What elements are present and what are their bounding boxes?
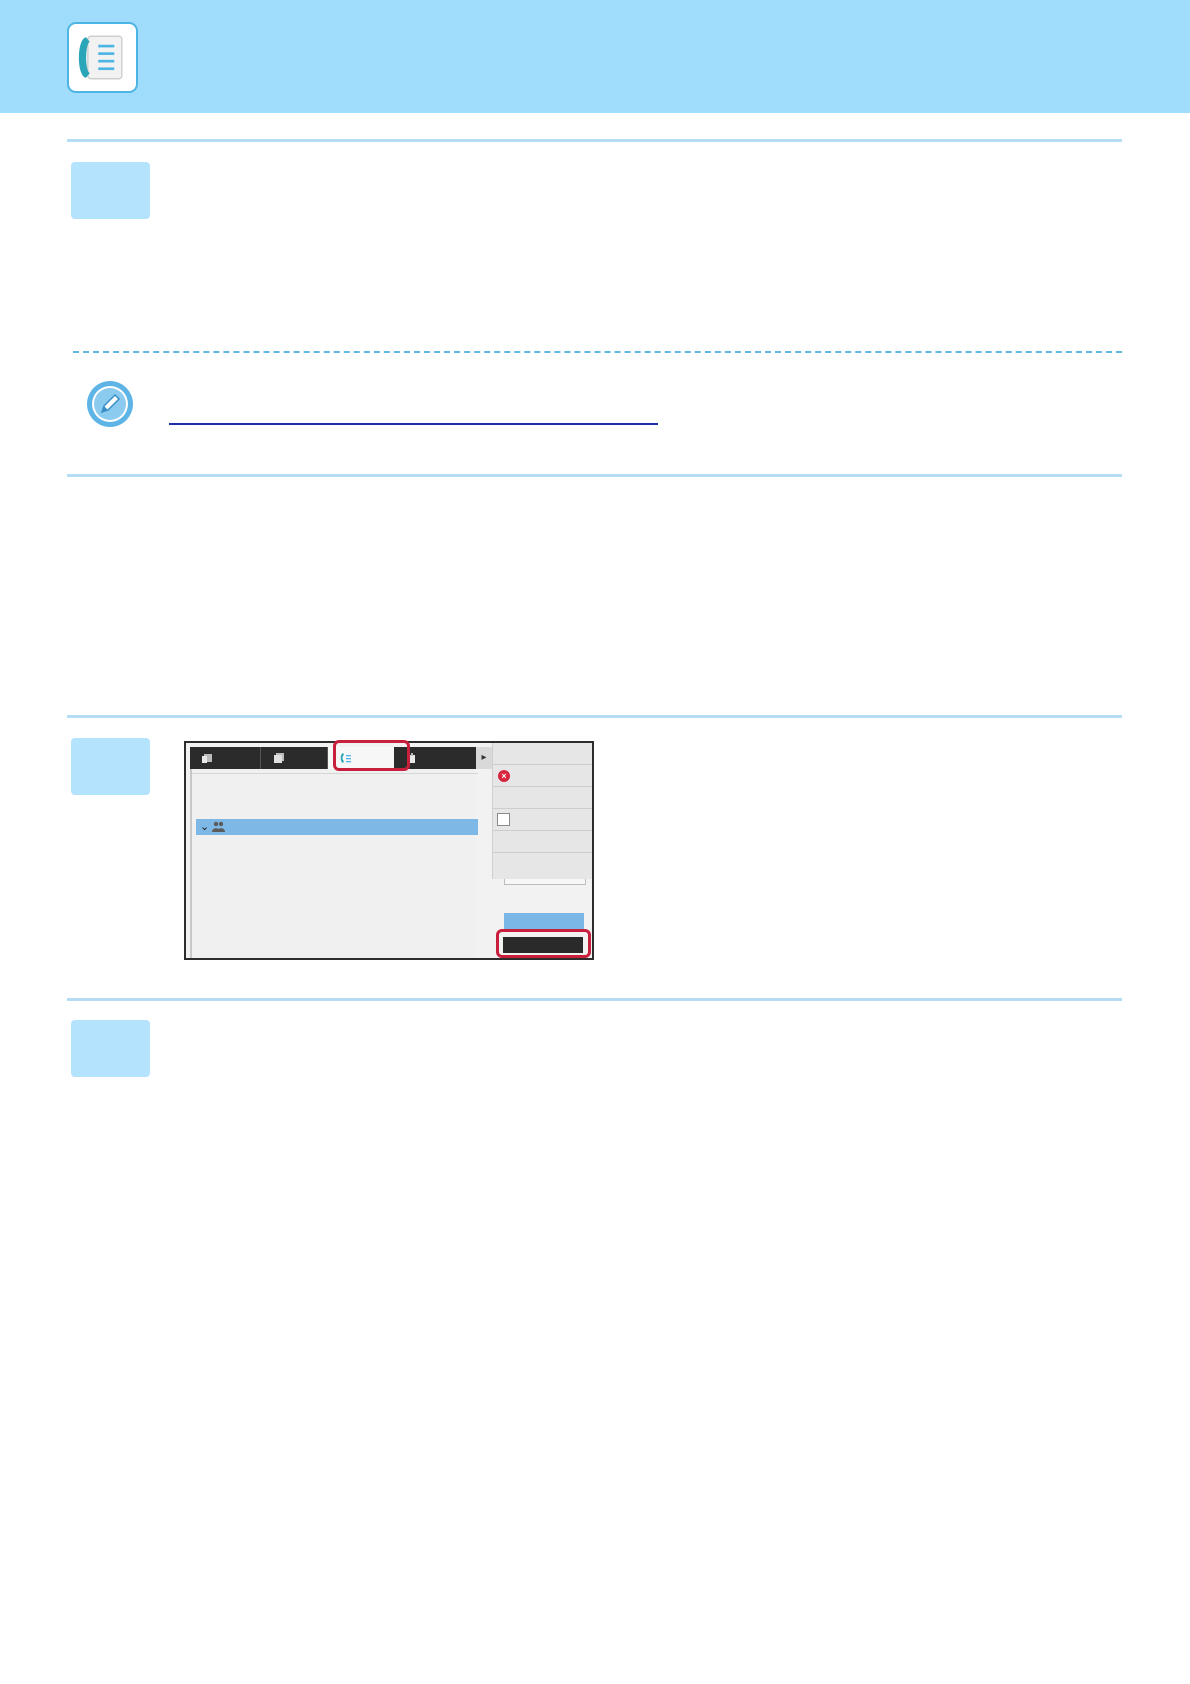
note-link[interactable]: [169, 423, 658, 425]
cancel-icon: ×: [498, 770, 510, 782]
highlight-fax-tab: [333, 740, 410, 771]
side-menu-item-1[interactable]: [493, 743, 592, 765]
highlight-action-button: [496, 929, 591, 958]
section-rule-1: [67, 139, 1122, 142]
job-tab-icon: [274, 753, 284, 763]
section-rule-3: [67, 715, 1122, 718]
chevron-down-icon[interactable]: ⌄: [200, 819, 209, 835]
step-number-box-2: [71, 738, 150, 795]
pencil-note-icon: [87, 381, 133, 427]
address-row-selected[interactable]: ⌄: [196, 819, 478, 835]
step-number-1: [71, 162, 150, 219]
side-menu-item-4[interactable]: [493, 809, 592, 831]
step-number-box-1: [71, 162, 150, 219]
list-header-line: [192, 773, 478, 774]
step-number-3: [71, 1020, 150, 1077]
address-list-area: ⌄: [190, 769, 478, 958]
step-number-2: [71, 738, 150, 795]
note-divider: [73, 351, 1122, 353]
side-menu-item-3[interactable]: [493, 787, 592, 809]
expand-menu-arrow-icon[interactable]: ▸: [476, 747, 492, 769]
group-users-icon: [212, 821, 225, 832]
tab-scan[interactable]: [190, 747, 261, 769]
side-menu-item-5[interactable]: [493, 831, 592, 853]
fax-address-book-icon: [67, 22, 138, 93]
section-rule-4: [67, 998, 1122, 1001]
manual-page: ▸ ⌄ ×: [0, 0, 1190, 1684]
side-input-field[interactable]: [504, 879, 586, 885]
section-rule-2: [67, 474, 1122, 477]
scan-tab-icon: [202, 754, 212, 763]
checkbox-icon[interactable]: [497, 813, 510, 826]
header-band: [0, 0, 1190, 113]
side-menu-item-2[interactable]: ×: [493, 765, 592, 787]
device-screen-illustration: ▸ ⌄ ×: [184, 741, 594, 960]
side-action-menu: ×: [492, 743, 592, 879]
tab-job[interactable]: [261, 747, 328, 769]
step-number-box-3: [71, 1020, 150, 1077]
